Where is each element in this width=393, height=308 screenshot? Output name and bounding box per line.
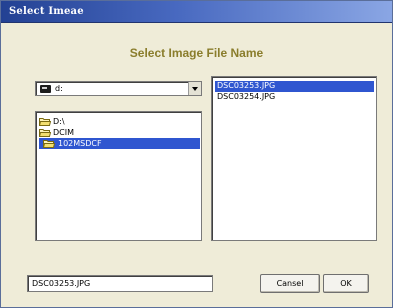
file-item[interactable]: DSC03253.JPG xyxy=(215,81,374,92)
directory-item-d-root[interactable]: D:\ xyxy=(39,116,99,127)
directory-label: DCIM xyxy=(53,128,75,137)
open-folder-icon xyxy=(39,129,51,137)
directory-label: D:\ xyxy=(53,117,65,126)
title-bar[interactable]: Select Imeae xyxy=(1,1,392,23)
drive-dropdown[interactable]: d: xyxy=(35,81,202,96)
drive-icon xyxy=(40,85,51,93)
file-list[interactable]: DSC03253.JPG DSC03254.JPG xyxy=(211,76,377,241)
cancel-button[interactable]: Cansel xyxy=(260,274,320,293)
directory-label: 102MSDCF xyxy=(58,139,102,148)
filename-input[interactable] xyxy=(27,275,213,292)
chevron-down-icon[interactable] xyxy=(188,82,201,95)
directory-tree[interactable]: D:\ DCIM 102MSDCF xyxy=(35,111,202,241)
dialog-heading: Select Image File Name xyxy=(129,46,264,60)
open-folder-icon xyxy=(43,140,55,148)
file-item[interactable]: DSC03254.JPG xyxy=(215,92,374,103)
select-image-dialog: Select Imeae Select Image File Name d: D… xyxy=(0,0,393,308)
window-title: Select Imeae xyxy=(9,6,84,17)
directory-item-dcim[interactable]: DCIM xyxy=(39,127,99,138)
directory-item-102msdcf[interactable]: 102MSDCF xyxy=(39,138,200,149)
ok-button[interactable]: OK xyxy=(323,274,369,293)
drive-label: d: xyxy=(55,84,63,93)
open-folder-icon xyxy=(39,118,51,126)
